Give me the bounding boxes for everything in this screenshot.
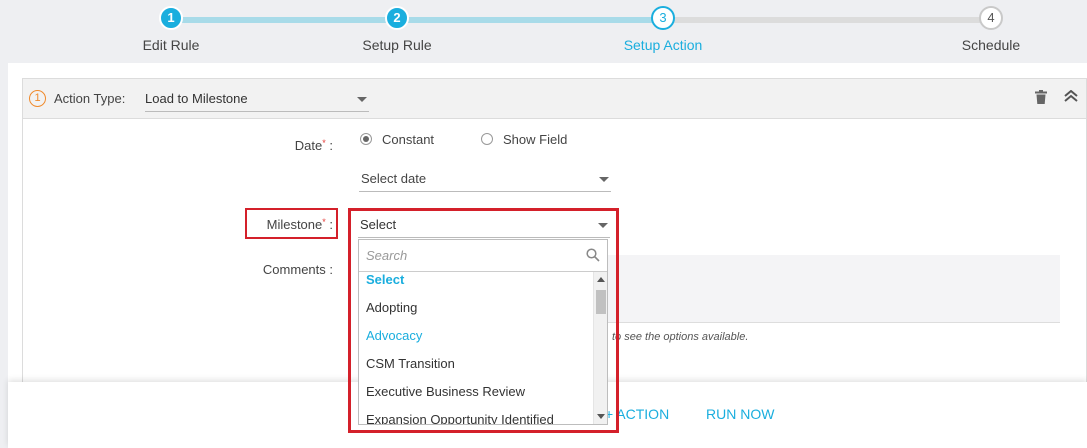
step-label: Setup Rule bbox=[362, 37, 432, 53]
action-type-value: Load to Milestone bbox=[145, 91, 248, 106]
stepper: 1 Edit Rule 2 Setup Rule 3 Setup Action … bbox=[0, 0, 1087, 62]
comments-label: Comments : bbox=[262, 262, 333, 277]
date-label-text: Date bbox=[294, 138, 323, 153]
date-label: Date* : bbox=[294, 138, 333, 153]
comments-hint: to see the options available. bbox=[612, 331, 749, 343]
chevron-down-icon bbox=[357, 97, 367, 102]
run-now-button[interactable]: RUN NOW bbox=[706, 406, 774, 422]
step-setup-action[interactable]: 3 Setup Action bbox=[603, 6, 723, 53]
action-type-select[interactable]: Load to Milestone bbox=[145, 86, 369, 112]
date-constant-label[interactable]: Constant bbox=[382, 132, 434, 147]
step-edit-rule[interactable]: 1 Edit Rule bbox=[111, 6, 231, 53]
date-constant-radio[interactable] bbox=[360, 133, 372, 145]
date-select[interactable]: Select date bbox=[359, 166, 611, 192]
date-select-placeholder: Select date bbox=[361, 171, 427, 186]
action-type-label: Action Type: bbox=[54, 91, 126, 106]
comments-textarea[interactable] bbox=[600, 255, 1060, 323]
collapse-icon[interactable] bbox=[1064, 89, 1078, 105]
required-marker: * bbox=[322, 138, 326, 148]
chevron-down-icon bbox=[599, 177, 609, 182]
step-schedule[interactable]: 4 Schedule bbox=[931, 6, 1051, 53]
step-label: Setup Action bbox=[623, 37, 703, 53]
step-number: 2 bbox=[385, 6, 409, 30]
step-label: Edit Rule bbox=[142, 37, 200, 53]
step-label: Schedule bbox=[961, 37, 1021, 53]
action-index-badge: 1 bbox=[29, 90, 46, 107]
step-number: 1 bbox=[159, 6, 183, 30]
step-setup-rule[interactable]: 2 Setup Rule bbox=[337, 6, 457, 53]
action-card-header: 1 Action Type: Load to Milestone bbox=[23, 79, 1086, 119]
highlight-box-milestone-label bbox=[245, 208, 338, 239]
date-show-field-radio[interactable] bbox=[481, 133, 493, 145]
step-number: 4 bbox=[979, 6, 1003, 30]
highlight-box-milestone-dropdown bbox=[348, 208, 619, 433]
date-show-field-label[interactable]: Show Field bbox=[503, 132, 567, 147]
trash-icon[interactable] bbox=[1035, 90, 1047, 107]
step-number: 3 bbox=[651, 6, 675, 30]
